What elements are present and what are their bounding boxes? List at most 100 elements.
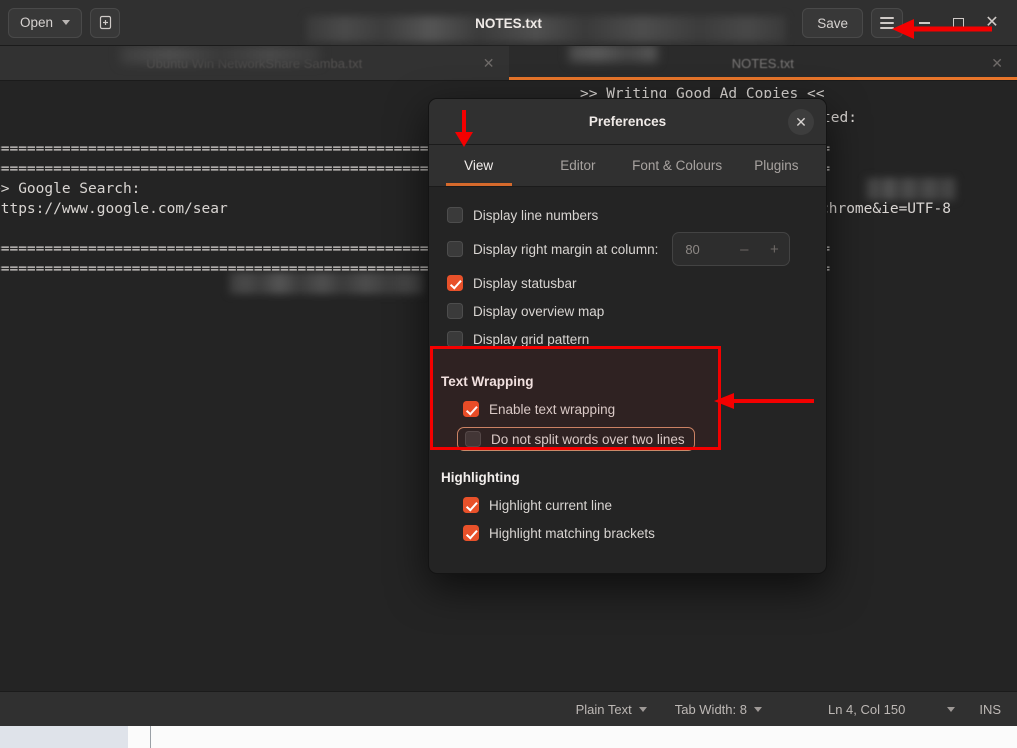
- close-icon: ✕: [985, 14, 999, 31]
- status-bar: Plain Text Tab Width: 8 Ln 4, Col 150 IN…: [0, 691, 1017, 726]
- language-label: Plain Text: [575, 701, 632, 717]
- checkbox[interactable]: [447, 207, 463, 223]
- taskbar-segment: [0, 726, 128, 748]
- editor-line: >> Google Search:: [0, 181, 141, 197]
- close-icon: ✕: [795, 113, 807, 130]
- option-highlight-matching-brackets[interactable]: Highlight matching brackets: [429, 519, 826, 547]
- tab-font-and-colours[interactable]: Font & Colours: [628, 145, 727, 186]
- hamburger-menu-icon: [880, 17, 894, 19]
- dialog-header: Preferences ✕: [429, 99, 826, 145]
- option-label: Display overview map: [473, 303, 605, 319]
- tab-close-button[interactable]: ✕: [483, 56, 495, 70]
- option-label: Display statusbar: [473, 275, 577, 291]
- desktop-taskbar-strip: [0, 726, 1017, 748]
- language-selector[interactable]: Plain Text: [562, 702, 661, 717]
- dialog-tab-bar: View Editor Font & Colours Plugins: [429, 145, 826, 187]
- option-display-overview-map[interactable]: Display overview map: [429, 297, 826, 325]
- tab-label: View: [464, 158, 494, 173]
- option-label: Do not split words over two lines: [491, 431, 685, 447]
- option-enable-text-wrapping[interactable]: Enable text wrapping: [429, 395, 826, 423]
- checkbox[interactable]: [447, 331, 463, 347]
- option-display-line-numbers[interactable]: Display line numbers: [429, 201, 826, 229]
- tab-label: Ubuntu Win NetworkShare Samba.txt: [146, 55, 363, 71]
- editor-line: chrome&ie=UTF-8: [820, 201, 951, 217]
- minimize-button[interactable]: [911, 10, 937, 36]
- open-button[interactable]: Open: [8, 7, 83, 38]
- chevron-down-icon: [753, 706, 762, 712]
- option-display-grid-pattern[interactable]: Display grid pattern: [429, 325, 826, 353]
- dialog-body-view: Display line numbers Display right margi…: [429, 187, 826, 547]
- option-label: Display grid pattern: [473, 331, 590, 347]
- option-do-not-split-words[interactable]: Do not split words over two lines: [457, 427, 695, 451]
- tab-label: Plugins: [754, 158, 799, 173]
- checkbox[interactable]: [465, 431, 481, 447]
- tab-label: Font & Colours: [632, 158, 723, 173]
- option-highlight-current-line[interactable]: Highlight current line: [429, 491, 826, 519]
- chevron-down-icon: [638, 706, 647, 712]
- section-label: Highlighting: [441, 469, 520, 485]
- redacted-region: [866, 178, 956, 200]
- checkbox[interactable]: [463, 497, 479, 513]
- hamburger-menu-icon: [880, 22, 894, 24]
- checkbox[interactable]: [447, 241, 463, 257]
- redacted-region: [568, 46, 657, 62]
- gedit-window: Open NOTES.txt Save ✕ Ubuntu Win Network…: [0, 0, 1017, 748]
- cursor-position[interactable]: Ln 4, Col 150: [776, 702, 919, 717]
- new-document-button[interactable]: [90, 7, 121, 38]
- chevron-down-icon: [62, 20, 71, 25]
- checkbox[interactable]: [447, 275, 463, 291]
- spinner-value: 80: [685, 241, 700, 257]
- option-label: Display right margin at column:: [473, 241, 659, 257]
- redacted-region: [306, 16, 786, 42]
- tab-width-label: Tab Width: 8: [674, 701, 747, 717]
- tab-editor[interactable]: Editor: [528, 145, 627, 186]
- checkbox[interactable]: [463, 401, 479, 417]
- option-display-right-margin[interactable]: Display right margin at column: 80 – +: [429, 229, 826, 269]
- section-label: Text Wrapping: [441, 373, 534, 389]
- tab-bar: Ubuntu Win NetworkShare Samba.txt ✕ NOTE…: [0, 46, 1017, 81]
- taskbar-divider: [150, 726, 151, 748]
- tab-ubuntu-win-networkshare-samba[interactable]: Ubuntu Win NetworkShare Samba.txt ✕: [0, 46, 509, 80]
- preferences-dialog: Preferences ✕ View Editor Font & Colours…: [428, 98, 827, 574]
- insert-mode-label: INS: [979, 701, 1001, 717]
- maximize-button[interactable]: [945, 10, 971, 36]
- maximize-icon: [952, 17, 964, 29]
- tab-width-selector[interactable]: Tab Width: 8: [661, 702, 776, 717]
- header-bar: Open NOTES.txt Save ✕: [0, 0, 1017, 46]
- new-document-icon: [99, 15, 111, 30]
- hamburger-menu-button[interactable]: [871, 8, 903, 38]
- editor-line: https://www.google.com/sear: [0, 201, 228, 217]
- tab-view[interactable]: View: [429, 145, 528, 186]
- insert-mode-indicator[interactable]: INS: [961, 702, 1005, 717]
- dialog-close-button[interactable]: ✕: [788, 108, 814, 135]
- tab-label: NOTES.txt: [731, 55, 794, 71]
- save-button[interactable]: Save: [802, 8, 863, 38]
- header-left-controls: Open: [0, 7, 121, 38]
- save-button-label: Save: [817, 15, 848, 31]
- minimize-icon: [918, 22, 930, 24]
- option-display-statusbar[interactable]: Display statusbar: [429, 269, 826, 297]
- tab-label: Editor: [560, 158, 596, 173]
- hamburger-menu-icon: [880, 27, 894, 29]
- option-label: Highlight current line: [489, 497, 613, 513]
- tab-plugins[interactable]: Plugins: [727, 145, 826, 186]
- option-do-not-split-words-container: Do not split words over two lines: [429, 423, 826, 455]
- tab-notes[interactable]: NOTES.txt ✕: [508, 46, 1017, 80]
- header-right-controls: Save ✕: [802, 0, 1017, 46]
- spinner-decrement-button[interactable]: –: [729, 241, 759, 258]
- checkbox[interactable]: [463, 525, 479, 541]
- right-margin-spinner[interactable]: 80 – +: [672, 232, 791, 266]
- chevron-down-icon: [947, 706, 956, 712]
- editor-line: ted:: [822, 110, 857, 126]
- cursor-position-dropdown[interactable]: [919, 706, 961, 712]
- close-window-button[interactable]: ✕: [979, 10, 1005, 36]
- window-title-text: NOTES.txt: [475, 15, 542, 31]
- spinner-increment-button[interactable]: +: [759, 241, 789, 258]
- option-label: Enable text wrapping: [489, 401, 616, 417]
- cursor-position-label: Ln 4, Col 150: [827, 701, 906, 717]
- option-label: Display line numbers: [473, 207, 599, 223]
- option-label: Highlight matching brackets: [489, 525, 655, 541]
- tab-close-button[interactable]: ✕: [991, 56, 1003, 70]
- open-button-label: Open: [20, 15, 54, 30]
- checkbox[interactable]: [447, 303, 463, 319]
